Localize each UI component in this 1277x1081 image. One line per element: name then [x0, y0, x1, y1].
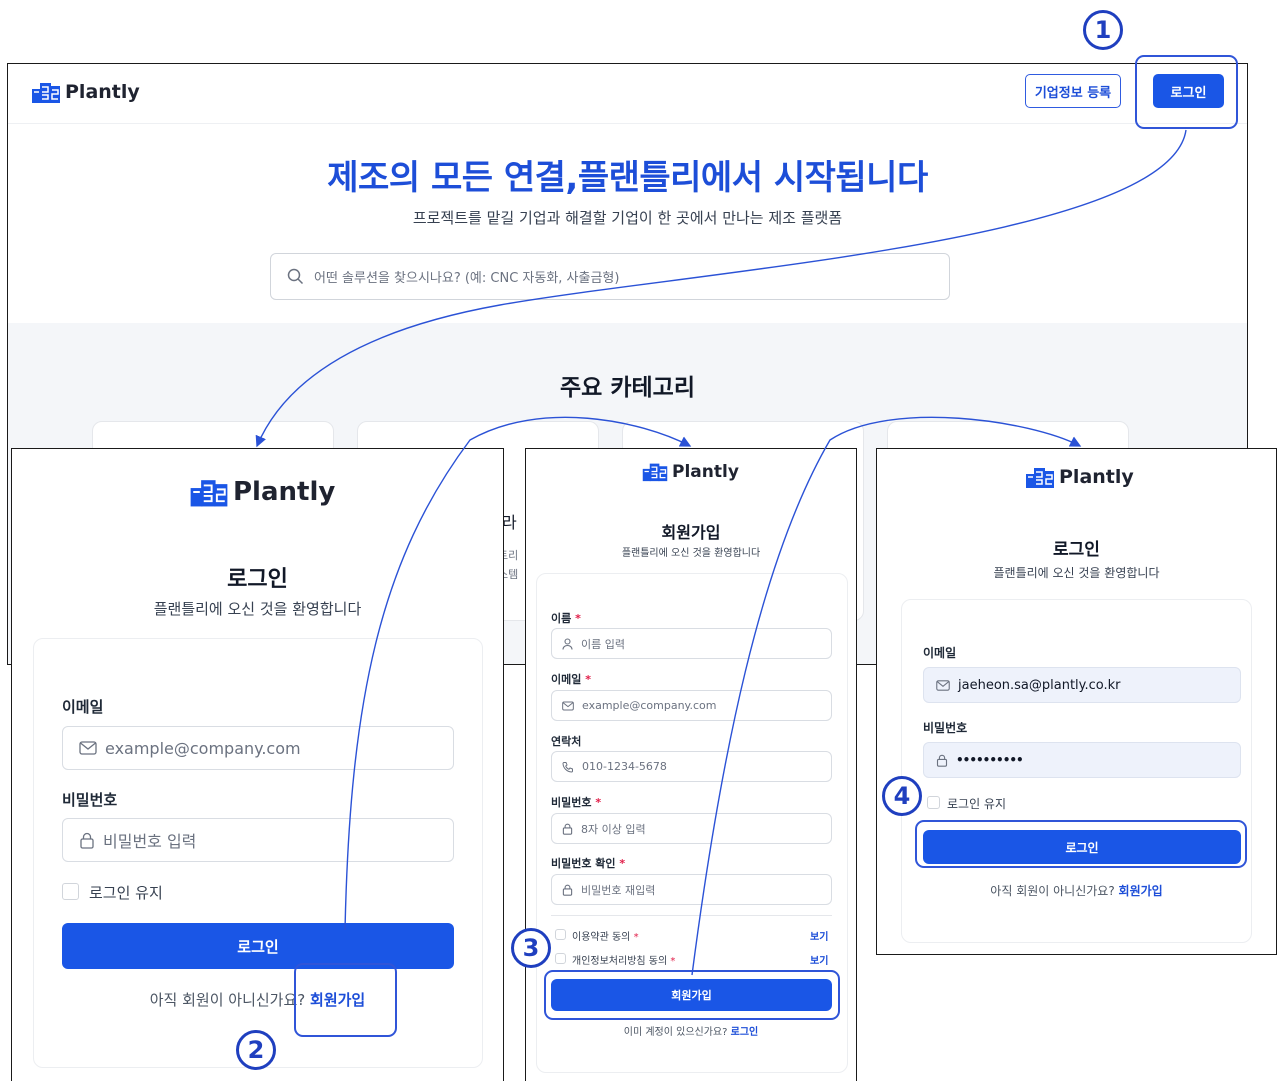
- brand-logo: Plantly: [188, 476, 335, 508]
- mail-icon: [79, 741, 97, 755]
- remember-checkbox[interactable]: [927, 796, 940, 809]
- email-field[interactable]: example@company.com: [62, 726, 454, 770]
- mail-icon: [562, 701, 574, 710]
- phone-icon: [562, 761, 573, 773]
- privacy-checkbox[interactable]: [555, 953, 566, 964]
- terms-label: 이용약관 동의 *: [572, 932, 639, 943]
- signup-prompt-row: 아직 회원이 아니신가요? 회원가입: [12, 989, 503, 1010]
- hero-title: 제조의 모든 연결,플랜틀리에서 시작됩니다: [327, 158, 928, 198]
- email-field[interactable]: jaeheon.sa@plantly.co.kr: [923, 667, 1241, 703]
- signup-email-field[interactable]: example@company.com: [551, 690, 832, 721]
- brand-name: Plantly: [233, 477, 336, 507]
- signup-prompt: 아직 회원이 아니신가요?: [990, 884, 1115, 898]
- signup-password-label: 비밀번호 *: [551, 796, 602, 809]
- step-badge-3: 3: [511, 928, 551, 968]
- brand-name: Plantly: [672, 461, 739, 482]
- privacy-view-link[interactable]: 보기: [810, 952, 828, 967]
- category-peek-text-1: 라: [502, 513, 517, 532]
- login-subtitle: 플랜틀리에 오신 것을 환영합니다: [993, 566, 1160, 580]
- brand-logo[interactable]: Plantly: [30, 80, 140, 104]
- categories-title: 주요 카테고리: [560, 375, 695, 401]
- login-page-frame: Plantly 로그인 플랜틀리에 오신 것을 환영합니다 이메일 exampl…: [11, 448, 504, 1081]
- confirm-password-field[interactable]: 비밀번호 재입력: [551, 874, 832, 905]
- phone-label: 연락처: [551, 735, 582, 748]
- solution-search-input[interactable]: 어떤 솔루션을 찾으시나요? (예: CNC 자동화, 사출금형): [270, 253, 950, 300]
- company-register-button[interactable]: 기업정보 등록: [1025, 74, 1121, 108]
- step-badge-4: 4: [882, 776, 922, 816]
- login-prompt-row: 이미 계정이 있으신가요? 로그인: [526, 1023, 856, 1038]
- highlight-header-login: [1135, 55, 1238, 129]
- signup-link[interactable]: 회원가입: [1119, 884, 1163, 898]
- brand-logo: Plantly: [641, 461, 739, 482]
- step-badge-1: 1: [1083, 10, 1123, 50]
- step-badge-2: 2: [236, 1030, 276, 1070]
- email-value: jaeheon.sa@plantly.co.kr: [958, 677, 1121, 693]
- email-label: 이메일: [62, 698, 104, 716]
- signup-password-field[interactable]: 8자 이상 입력: [551, 813, 832, 844]
- confirm-password-placeholder: 비밀번호 재입력: [581, 883, 656, 897]
- hero-subtitle: 프로젝트를 맡길 기업과 해결할 기업이 한 곳에서 만나는 제조 플랫폼: [412, 209, 843, 227]
- home-header: Plantly 기업정보 등록 로그인: [8, 64, 1247, 124]
- plantly-logo-icon: [642, 463, 668, 482]
- login-title: 로그인: [1053, 540, 1100, 560]
- highlight-login-submit: [915, 820, 1247, 868]
- password-field[interactable]: 비밀번호 입력: [62, 818, 454, 862]
- email-label: 이메일: [923, 646, 957, 660]
- remember-label: 로그인 유지: [89, 884, 163, 902]
- user-icon: [562, 637, 573, 650]
- signup-email-label: 이메일 *: [551, 673, 591, 686]
- brand-name: Plantly: [1059, 466, 1134, 488]
- lock-icon: [562, 823, 573, 835]
- terms-checkbox[interactable]: [555, 929, 566, 940]
- plantly-logo-icon: [190, 480, 228, 507]
- brand-logo: Plantly: [1024, 465, 1134, 489]
- search-icon: [287, 268, 304, 285]
- highlight-signup-link: [294, 963, 397, 1037]
- lock-icon: [936, 754, 948, 767]
- brand-name: Plantly: [65, 81, 140, 103]
- signup-password-placeholder: 8자 이상 입력: [581, 822, 646, 836]
- login-prompt: 이미 계정이 있으신가요?: [623, 1027, 728, 1038]
- highlight-signup-submit: [544, 970, 840, 1020]
- login-submit-button[interactable]: 로그인: [62, 923, 454, 969]
- signup-title: 회원가입: [661, 523, 721, 542]
- login-filled-page-frame: Plantly 로그인 플랜틀리에 오신 것을 환영합니다 이메일 jaeheo…: [876, 448, 1277, 955]
- signup-email-placeholder: example@company.com: [582, 699, 717, 712]
- confirm-password-label: 비밀번호 확인 *: [551, 857, 626, 870]
- lock-icon: [562, 884, 573, 896]
- search-placeholder: 어떤 솔루션을 찾으시나요? (예: CNC 자동화, 사출금형): [314, 271, 620, 286]
- password-placeholder: 비밀번호 입력: [103, 832, 197, 851]
- login-subtitle: 플랜틀리에 오신 것을 환영합니다: [153, 600, 362, 618]
- mail-icon: [936, 679, 950, 691]
- password-label: 비밀번호: [62, 791, 118, 809]
- password-field[interactable]: ••••••••••: [923, 742, 1241, 778]
- terms-divider: [551, 915, 832, 916]
- lock-icon: [80, 832, 94, 849]
- terms-view-link[interactable]: 보기: [810, 928, 828, 943]
- remember-label: 로그인 유지: [947, 797, 1007, 811]
- name-label: 이름 *: [551, 612, 581, 625]
- email-placeholder: example@company.com: [105, 738, 301, 758]
- name-field[interactable]: 이름 입력: [551, 628, 832, 659]
- login-link[interactable]: 로그인: [731, 1027, 759, 1038]
- password-value: ••••••••••: [956, 753, 1024, 767]
- phone-field[interactable]: 010-1234-5678: [551, 751, 832, 782]
- privacy-label: 개인정보처리방침 동의 *: [572, 956, 676, 967]
- plantly-logo-icon: [1026, 468, 1054, 488]
- name-placeholder: 이름 입력: [581, 637, 625, 651]
- remember-checkbox[interactable]: [62, 883, 79, 900]
- signup-subtitle: 플랜틀리에 오신 것을 환영합니다: [621, 548, 761, 559]
- password-label: 비밀번호: [923, 721, 968, 735]
- login-title: 로그인: [227, 567, 288, 592]
- signup-prompt: 아직 회원이 아니신가요?: [149, 991, 306, 1009]
- plantly-logo-icon: [32, 83, 60, 103]
- phone-placeholder: 010-1234-5678: [582, 760, 667, 773]
- signup-prompt-row: 아직 회원이 아니신가요? 회원가입: [877, 882, 1276, 899]
